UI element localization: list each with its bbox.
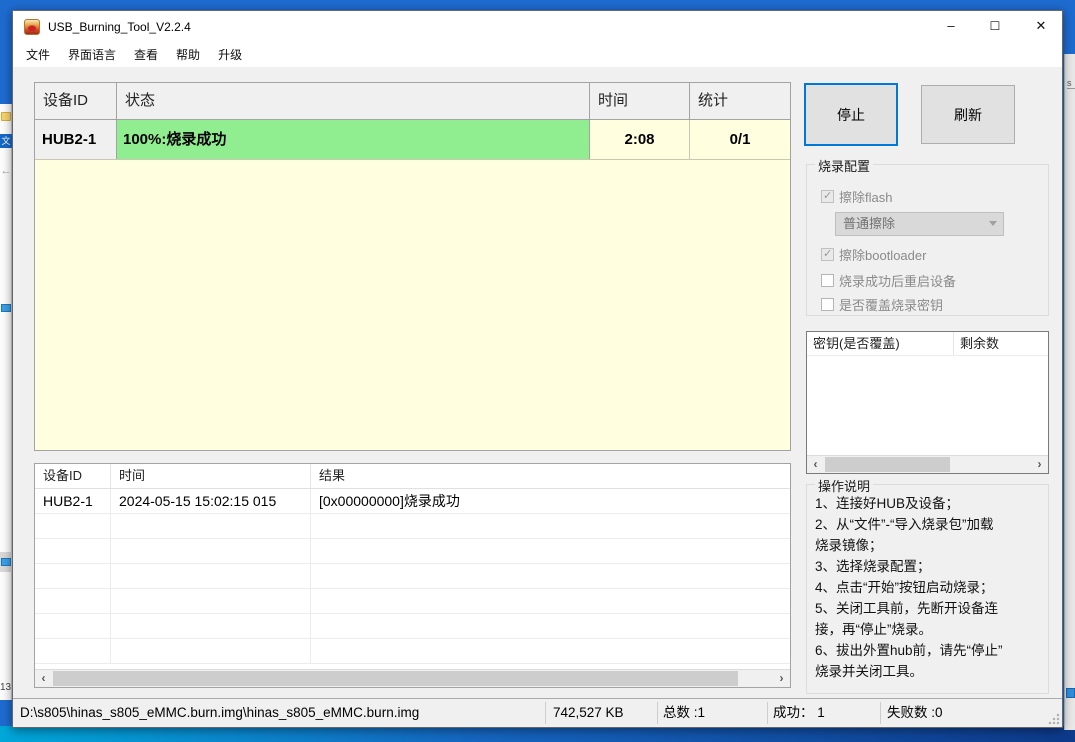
app-icon: [24, 19, 40, 35]
log-table: 设备ID 时间 结果 HUB2-1 2024-05-15 15:02:15 01…: [34, 463, 791, 688]
menu-language[interactable]: 界面语言: [59, 43, 125, 67]
background-window-right: s: [1064, 54, 1075, 730]
menubar: 文件 界面语言 查看 帮助 升级: [13, 43, 1062, 67]
scrollbar-thumb[interactable]: [825, 457, 950, 472]
menu-file[interactable]: 文件: [17, 43, 59, 67]
log-row-empty: [35, 514, 790, 539]
status-bar: D:\s805\hinas_s805_eMMC.burn.img\hinas_s…: [13, 698, 1062, 727]
scroll-left-icon[interactable]: ‹: [35, 670, 52, 687]
log-row-empty: [35, 589, 790, 614]
edge-text-fragment: s: [1067, 78, 1075, 89]
col-status[interactable]: 状态: [117, 83, 590, 119]
log-row-empty: [35, 639, 790, 664]
checkbox-reboot-after-success[interactable]: 烧录成功后重启设备: [821, 271, 956, 290]
log-col-time[interactable]: 时间: [111, 464, 311, 488]
key-horizontal-scrollbar[interactable]: ‹ ›: [807, 455, 1048, 473]
status-file-path: D:\s805\hinas_s805_eMMC.burn.img\hinas_s…: [20, 705, 420, 720]
log-result: [0x00000000]烧录成功: [319, 493, 460, 509]
instruction-line: 3、选择烧录配置；: [815, 559, 931, 574]
menu-upgrade[interactable]: 升级: [209, 43, 251, 67]
instruction-line: 5、关闭工具前，先断开设备连: [815, 601, 999, 616]
key-table: 密钥(是否覆盖) 剩余数 ‹ ›: [806, 331, 1049, 474]
minimize-button[interactable]: –: [934, 11, 968, 43]
checkbox-unchecked-icon: [821, 274, 834, 287]
instructions-text: 1、连接好HUB及设备； 2、从“文件”-“导入烧录包”加载 烧录镜像； 3、选…: [815, 493, 1044, 682]
device-progress-table: 设备ID 状态 时间 统计 HUB2-1 100%:烧录成功 2:08 0/1: [34, 82, 791, 451]
col-remaining[interactable]: 剩余数: [954, 332, 1048, 355]
chevron-down-icon: [989, 221, 997, 226]
status-total-count: 总数 :1: [663, 705, 706, 720]
device-id-cell: HUB2-1: [35, 120, 117, 159]
checkbox-unchecked-icon: [821, 298, 834, 311]
erase-mode-value: 普通擦除: [843, 216, 896, 231]
log-device-id: HUB2-1: [35, 489, 111, 513]
list-icon: [1066, 688, 1075, 698]
log-col-result[interactable]: 结果: [311, 464, 790, 488]
maximize-button[interactable]: ☐: [978, 11, 1012, 43]
status-failed-count: 失败数 :0: [887, 705, 943, 720]
device-row[interactable]: HUB2-1 100%:烧录成功 2:08 0/1: [35, 120, 790, 160]
status-separator: [545, 702, 546, 724]
log-row[interactable]: HUB2-1 2024-05-15 15:02:15 015 [0x000000…: [35, 489, 790, 514]
log-col-device-id[interactable]: 设备ID: [35, 464, 111, 488]
scroll-left-icon[interactable]: ‹: [807, 456, 824, 473]
stop-button[interactable]: 停止: [804, 83, 898, 146]
burn-config-title: 烧录配置: [815, 156, 874, 175]
computer-icon: [1, 304, 11, 312]
desktop-taskbar-strip: [0, 726, 1075, 742]
stats-cell: 0/1: [690, 120, 790, 159]
computer-icon-selected: [0, 552, 12, 572]
scroll-right-icon[interactable]: ›: [1031, 456, 1048, 473]
checkbox-overwrite-key[interactable]: 是否覆盖烧录密钥: [821, 295, 943, 314]
col-device-id[interactable]: 设备ID: [35, 83, 117, 119]
log-time: 2024-05-15 15:02:15 015: [111, 489, 311, 513]
log-row-empty: [35, 614, 790, 639]
instruction-line: 1、连接好HUB及设备；: [815, 496, 960, 511]
checkbox-checked-icon: [821, 189, 834, 203]
device-table-header: 设备ID 状态 时间 统计: [35, 83, 790, 120]
close-button[interactable]: ✕: [1024, 11, 1058, 43]
back-arrow-icon: ←: [0, 165, 12, 177]
instruction-line: 烧录镜像；: [815, 538, 883, 553]
resize-grip-icon[interactable]: [1048, 713, 1060, 725]
menu-help[interactable]: 帮助: [167, 43, 209, 67]
log-row-empty: [35, 564, 790, 589]
log-horizontal-scrollbar[interactable]: ‹ ›: [35, 669, 790, 687]
instructions-groupbox: 操作说明 1、连接好HUB及设备； 2、从“文件”-“导入烧录包”加载 烧录镜像…: [806, 476, 1049, 694]
status-separator: [880, 702, 881, 724]
status-separator: [767, 702, 768, 724]
background-window-left: 文 ← 13: [0, 104, 12, 700]
status-separator: [657, 702, 658, 724]
scroll-right-icon[interactable]: ›: [773, 670, 790, 687]
status-success-count: 成功： 1: [773, 705, 825, 720]
translate-icon: 文: [0, 134, 12, 148]
menu-view[interactable]: 查看: [125, 43, 167, 67]
instruction-line: 接，再“停止”烧录。: [815, 622, 932, 637]
log-row-empty: [35, 539, 790, 564]
key-table-header: 密钥(是否覆盖) 剩余数: [807, 332, 1048, 356]
scrollbar-thumb[interactable]: [53, 671, 738, 686]
folder-icon: [1, 112, 11, 121]
instruction-line: 6、拔出外置hub前，请先“停止”: [815, 643, 1003, 658]
log-table-header: 设备ID 时间 结果: [35, 464, 790, 489]
computer-icon: [1, 558, 11, 566]
usb-burning-tool-window: USB_Burning_Tool_V2.2.4 – ☐ ✕ 文件 界面语言 查看…: [12, 10, 1063, 728]
titlebar[interactable]: USB_Burning_Tool_V2.2.4 – ☐ ✕: [13, 11, 1062, 43]
window-title: USB_Burning_Tool_V2.2.4: [48, 20, 191, 34]
progress-bar: 100%:烧录成功: [117, 120, 590, 159]
checkbox-checked-icon: [821, 247, 834, 261]
instruction-line: 烧录并关闭工具。: [815, 664, 923, 679]
status-file-size: 742,527 KB: [553, 705, 624, 720]
refresh-button[interactable]: 刷新: [921, 85, 1015, 144]
instruction-line: 2、从“文件”-“导入烧录包”加载: [815, 517, 994, 532]
time-cell: 2:08: [590, 120, 690, 159]
burn-config-groupbox: 烧录配置 擦除flash 普通擦除 擦除bootloader 烧录成功后重启设备…: [806, 156, 1049, 316]
col-key-overwrite[interactable]: 密钥(是否覆盖): [807, 332, 954, 355]
erase-mode-select[interactable]: 普通擦除: [835, 212, 1004, 236]
instruction-line: 4、点击“开始”按钮启动烧录；: [815, 580, 994, 595]
checkbox-erase-flash[interactable]: 擦除flash: [821, 187, 892, 206]
checkbox-erase-bootloader[interactable]: 擦除bootloader: [821, 245, 926, 264]
col-stats[interactable]: 统计: [690, 83, 790, 119]
col-time[interactable]: 时间: [590, 83, 690, 119]
